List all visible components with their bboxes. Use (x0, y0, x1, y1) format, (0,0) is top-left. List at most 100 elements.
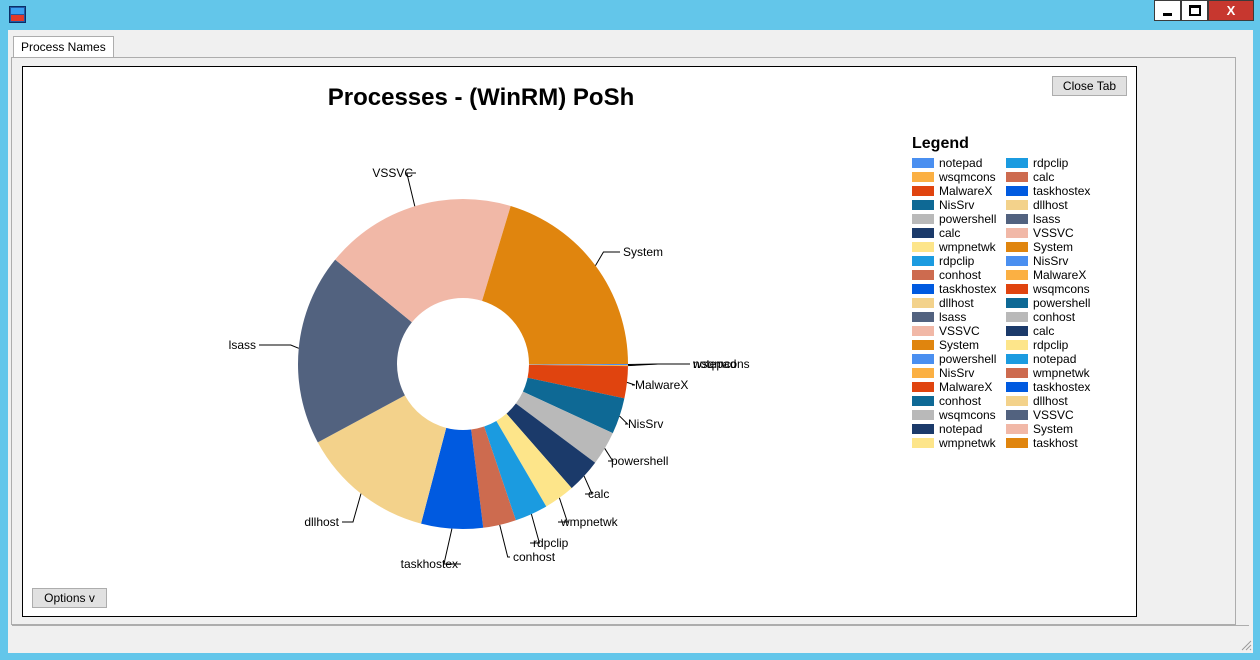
legend-item: rdpclip (1006, 338, 1068, 352)
legend-label: calc (1033, 170, 1055, 184)
legend-item: dllhost (912, 296, 974, 310)
legend-swatch (1006, 213, 1028, 224)
close-icon: X (1226, 3, 1236, 18)
leader-line (499, 524, 510, 558)
minimize-button[interactable] (1154, 0, 1181, 21)
legend-label: lsass (1033, 212, 1061, 226)
legend-swatch (1006, 297, 1028, 308)
slice-label: wsqmcons (692, 357, 750, 371)
legend-swatch (1006, 199, 1028, 210)
legend-label: rdpclip (939, 254, 975, 268)
legend-item: powershell (912, 212, 996, 226)
legend-item: wsqmcons (912, 170, 996, 184)
slice-label: VSSVC (372, 166, 413, 180)
slice-label: taskhostex (401, 557, 458, 571)
legend-label: powershell (939, 352, 997, 366)
legend-item: MalwareX (912, 380, 992, 394)
legend-item: NisSrv (912, 366, 974, 380)
legend-label: VSSVC (1033, 226, 1074, 240)
legend-item: conhost (912, 394, 981, 408)
status-bar-divider (12, 625, 1249, 626)
legend-swatch (1006, 353, 1028, 364)
legend-item: dllhost (1006, 394, 1068, 408)
title-bar[interactable]: X (0, 0, 1260, 30)
legend-swatch (1006, 409, 1028, 420)
legend-item: NisSrv (912, 198, 974, 212)
options-button[interactable]: Options v (32, 588, 107, 608)
legend-label: conhost (1033, 310, 1076, 324)
legend-label: conhost (939, 394, 982, 408)
legend-item: lsass (912, 310, 966, 324)
application-window: X Process Names Processes - (WinRM) PoSh… (0, 0, 1260, 660)
legend-item: conhost (1006, 310, 1075, 324)
legend-item: taskhost (1006, 436, 1078, 450)
resize-grip-icon[interactable] (1240, 639, 1252, 651)
legend-swatch (1006, 311, 1028, 322)
legend-item: wsqmcons (1006, 282, 1090, 296)
slice-label: dllhost (304, 515, 339, 529)
legend-swatch (1006, 241, 1028, 252)
legend-label: VSSVC (1033, 408, 1074, 422)
legend-swatch (912, 339, 934, 350)
legend-swatch (1006, 157, 1028, 168)
legend-swatch (1006, 325, 1028, 336)
legend-label: taskhost (1033, 436, 1078, 450)
legend-swatch (912, 381, 934, 392)
maximize-icon (1188, 5, 1201, 16)
legend-label: conhost (939, 268, 982, 282)
legend-swatch (912, 423, 934, 434)
legend-item: dllhost (1006, 198, 1068, 212)
slice-label: System (623, 245, 663, 259)
legend-label: System (939, 338, 980, 352)
legend-swatch (1006, 283, 1028, 294)
legend-item: notepad (912, 422, 982, 436)
legend-label: calc (939, 226, 961, 240)
legend-label: dllhost (1033, 394, 1068, 408)
slice-label: calc (588, 487, 609, 501)
legend-label: MalwareX (939, 184, 993, 198)
leader-line (595, 251, 620, 266)
legend-item: powershell (1006, 296, 1090, 310)
legend-swatch (1006, 171, 1028, 182)
minimize-icon (1163, 13, 1172, 16)
legend-item: wmpnetwk (912, 436, 996, 450)
legend-item: VSSVC (912, 324, 980, 338)
legend-label: wsqmcons (939, 408, 996, 422)
legend-item: taskhostex (1006, 184, 1090, 198)
legend-item: rdpclip (1006, 156, 1068, 170)
legend-swatch (1006, 437, 1028, 448)
close-window-button[interactable]: X (1208, 0, 1254, 21)
legend-swatch (1006, 381, 1028, 392)
legend-item: VSSVC (1006, 408, 1074, 422)
legend-item: powershell (912, 352, 996, 366)
legend-item: System (912, 338, 979, 352)
legend-swatch (1006, 185, 1028, 196)
legend-item: taskhostex (912, 282, 996, 296)
legend-item: notepad (912, 156, 982, 170)
legend-swatch (912, 241, 934, 252)
legend-swatch (912, 353, 934, 364)
legend-swatch (912, 255, 934, 266)
legend-swatch (1006, 255, 1028, 266)
status-bar (12, 628, 1249, 652)
legend-item: System (1006, 240, 1073, 254)
legend-swatch (912, 367, 934, 378)
maximize-button[interactable] (1181, 0, 1208, 21)
legend-item: calc (912, 226, 960, 240)
legend-swatch (1006, 423, 1028, 434)
legend-item: taskhostex (1006, 380, 1090, 394)
legend-swatch (1006, 227, 1028, 238)
legend-label: wsqmcons (939, 170, 996, 184)
legend-item: NisSrv (1006, 254, 1068, 268)
legend-swatch (1006, 367, 1028, 378)
legend-swatch (912, 395, 934, 406)
legend-label: wsqmcons (1033, 282, 1090, 296)
legend-item: wmpnetwk (912, 240, 996, 254)
leader-line (626, 381, 636, 386)
legend-item: VSSVC (1006, 226, 1074, 240)
slice-label: lsass (229, 338, 256, 352)
tab-process-names[interactable]: Process Names (13, 36, 114, 57)
legend-swatch (912, 171, 934, 182)
slice-label: NisSrv (628, 417, 663, 431)
legend-label: calc (1033, 324, 1055, 338)
